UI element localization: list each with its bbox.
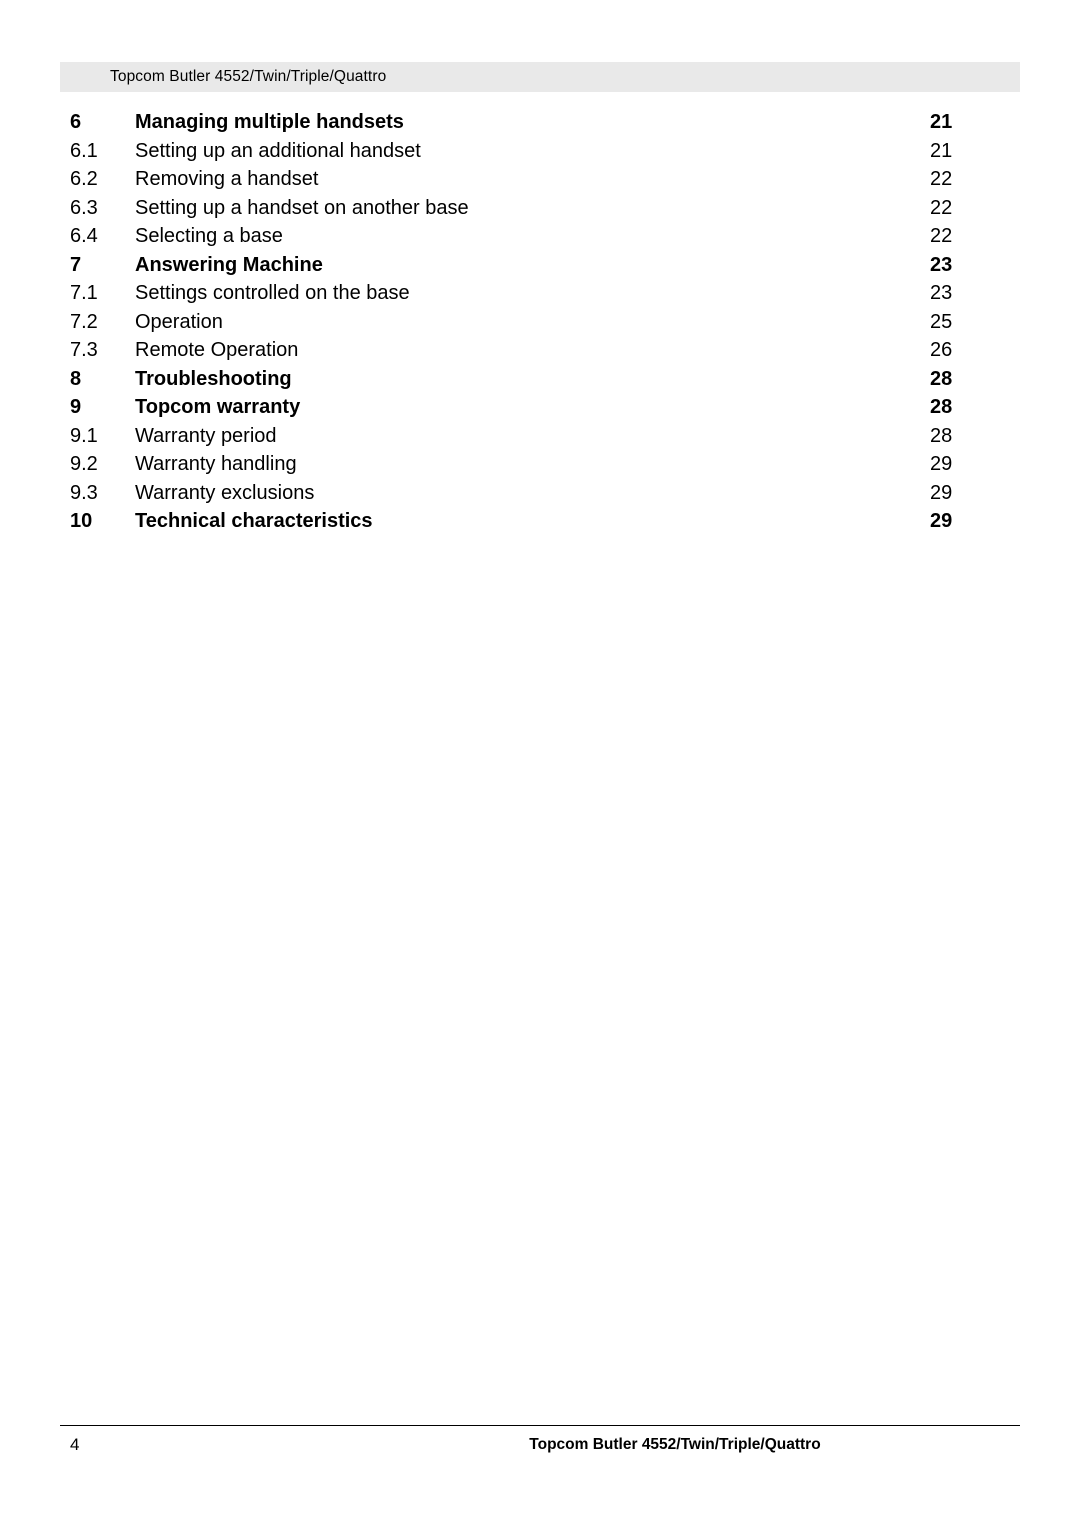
toc-entry-number: 9.2 [70, 453, 98, 475]
toc-entry-title: Selecting a base [135, 225, 283, 247]
toc-entry[interactable]: 6.3 Setting up a handset on another base 2… [60, 194, 1020, 223]
footer-title: Topcom Butler 4552/Twin/Triple/Quattro [529, 1436, 821, 1453]
toc-entry-title: Answering Machine [135, 253, 323, 276]
toc-entry[interactable]: 6.2 Removing a handset 22 [60, 165, 1020, 194]
footer-divider [60, 1425, 1020, 1426]
header-title: Topcom Butler 4552/Twin/Triple/Quattro [110, 68, 387, 85]
toc-entry[interactable]: 6 Managing multiple handsets 21 [60, 108, 1020, 137]
toc-entry-page: 25 [930, 310, 953, 333]
toc-entry-title: Warranty period [135, 424, 277, 447]
document-page: Topcom Butler 4552/Twin/Triple/Quattro 6… [0, 0, 1080, 1528]
toc-entry-page: 22 [930, 196, 953, 219]
toc-entry-number: 6.1 [70, 139, 98, 162]
toc-entry-title: Topcom warranty [135, 396, 301, 418]
toc-entry[interactable]: 8 Troubleshooting 28 [60, 365, 1020, 394]
toc-entry[interactable]: 9 Topcom warranty 28 [60, 393, 1020, 422]
toc-entry-number: 6.2 [70, 168, 98, 190]
toc-entry[interactable]: 7 Answering Machine 23 [60, 251, 1020, 280]
toc-entry-page: 26 [930, 339, 953, 361]
toc-entry-page: 28 [930, 396, 953, 418]
toc-entry-number: 7.3 [70, 339, 98, 361]
page-footer: 4 Topcom Butler 4552/Twin/Triple/Quattro [60, 1425, 1020, 1465]
toc-entry-page: 29 [930, 510, 953, 532]
toc-entry-number: 9.3 [70, 481, 98, 504]
toc-entry[interactable]: 7.1 Settings controlled on the base 23 [60, 279, 1020, 308]
toc-entry-title: Technical characteristics [135, 510, 373, 532]
toc-entry[interactable]: 7.3 Remote Operation 26 [60, 336, 1020, 365]
toc-entry[interactable]: 7.2 Operation 25 [60, 308, 1020, 337]
toc-entry-title: Setting up an additional handset [135, 139, 421, 162]
toc-entry-number: 8 [70, 367, 82, 390]
toc-entry-page: 28 [930, 367, 953, 390]
toc-entry-page: 28 [930, 424, 953, 447]
toc-entry-title: Setting up a handset on another base [135, 196, 469, 219]
toc-entry-title: Remote Operation [135, 339, 299, 361]
toc-entry-page: 21 [930, 139, 953, 162]
toc-entry-title: Warranty exclusions [135, 481, 315, 504]
toc-entry-number: 7.2 [70, 310, 98, 333]
toc-entry-title: Operation [135, 310, 223, 333]
toc-entry-number: 6 [70, 111, 82, 133]
toc-entry-title: Removing a handset [135, 168, 319, 190]
toc-entry-number: 9 [70, 396, 82, 418]
toc-entry[interactable]: 9.1 Warranty period 28 [60, 422, 1020, 451]
toc-entry[interactable]: 6.4 Selecting a base 22 [60, 222, 1020, 251]
toc-entry-number: 9.1 [70, 424, 98, 447]
page-header-bar: Topcom Butler 4552/Twin/Triple/Quattro [60, 62, 1020, 92]
toc-entry-page: 29 [930, 481, 953, 504]
toc-entry-page: 22 [930, 168, 953, 190]
toc-entry-page: 23 [930, 282, 953, 304]
toc-entry-page: 23 [930, 253, 953, 276]
toc-entry-title: Troubleshooting [135, 367, 292, 390]
toc-entry[interactable]: 9.3 Warranty exclusions 29 [60, 479, 1020, 508]
toc-entry[interactable]: 6.1 Setting up an additional handset 21 [60, 137, 1020, 166]
toc-entry-number: 6.3 [70, 196, 98, 219]
table-of-contents: 6 Managing multiple handsets 21 6.1 Setting … [60, 108, 1020, 536]
toc-entry-page: 29 [930, 453, 953, 475]
toc-entry-number: 6.4 [70, 225, 98, 247]
toc-entry-title: Settings controlled on the base [135, 282, 410, 304]
toc-entry-title: Managing multiple handsets [135, 111, 404, 133]
toc-entry[interactable]: 9.2 Warranty handling 29 [60, 450, 1020, 479]
toc-entry-number: 7.1 [70, 282, 98, 304]
toc-entry-page: 22 [930, 225, 953, 247]
toc-entry-title: Warranty handling [135, 453, 297, 475]
toc-entry-page: 21 [930, 111, 953, 133]
toc-entry-number: 10 [70, 510, 93, 532]
toc-entry[interactable]: 10 Technical characteristics 29 [60, 507, 1020, 536]
toc-entry-number: 7 [70, 253, 82, 276]
